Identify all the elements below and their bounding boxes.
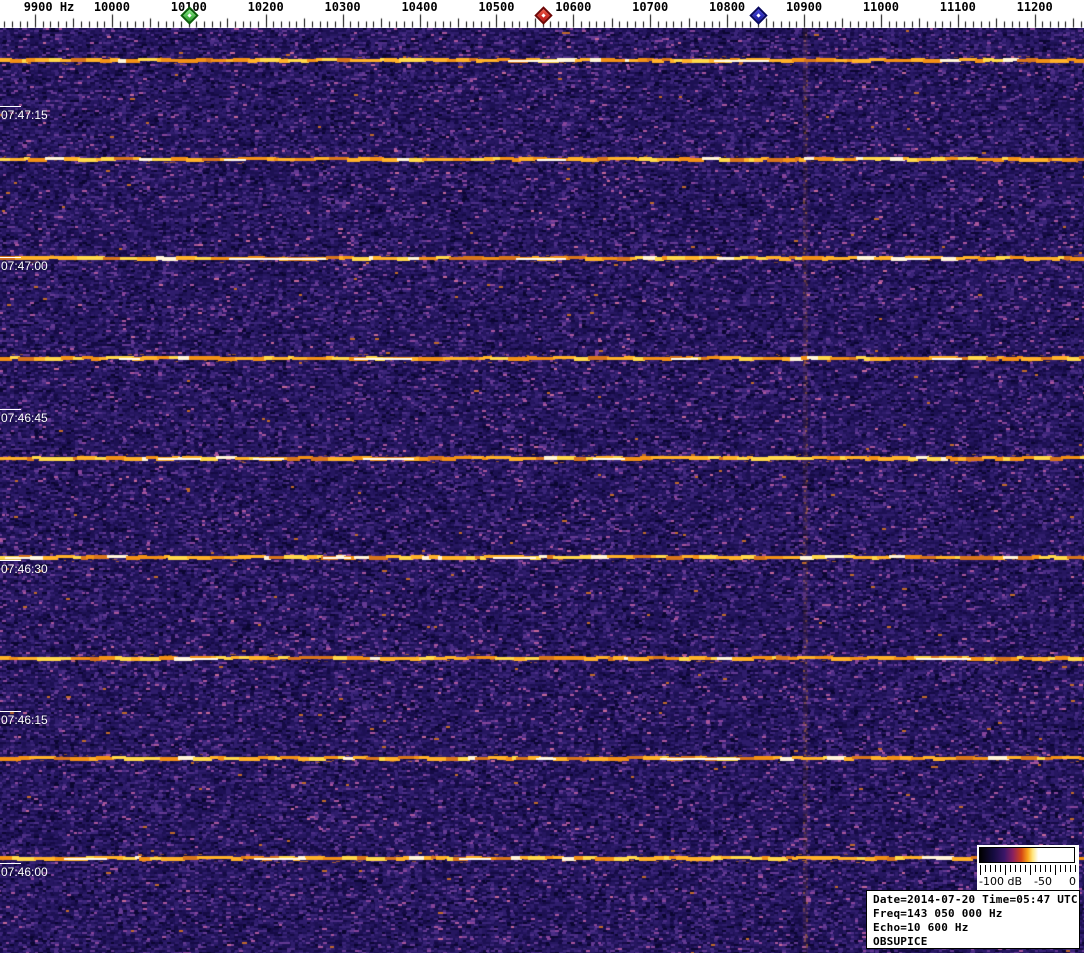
green-marker-center-dot xyxy=(187,13,192,18)
freq-tick-label: 9900 Hz xyxy=(23,0,75,14)
time-label-text: 07:46:45 xyxy=(1,411,48,425)
db-label-max: 0 xyxy=(1069,875,1076,888)
time-tick-line xyxy=(0,560,21,561)
info-line-echo: Echo=10 600 Hz xyxy=(873,921,969,934)
info-line-station: OBSUPICE xyxy=(873,935,928,948)
freq-tick-label: 10400 xyxy=(401,0,438,14)
db-gradient-bar xyxy=(979,847,1075,863)
time-label-text: 07:46:30 xyxy=(1,562,48,576)
time-label-text: 07:46:15 xyxy=(1,713,48,727)
freq-tick-label: 11000 xyxy=(862,0,899,14)
db-label-mid: -50 xyxy=(1034,875,1052,888)
freq-tick-label: 10900 xyxy=(785,0,823,14)
time-tick-line xyxy=(0,711,21,712)
info-line-date: Date=2014-07-20 Time=05:47 UTC xyxy=(873,893,1078,906)
time-tick-line xyxy=(0,106,21,107)
freq-tick-label: 10300 xyxy=(324,0,361,14)
blue-marker[interactable] xyxy=(749,6,768,25)
blue-marker-diamond-icon xyxy=(749,6,768,25)
green-marker[interactable] xyxy=(180,6,199,25)
red-marker-diamond-icon xyxy=(534,6,553,25)
spectrogram-app-window: 9900 Hz100001010010200103001040010500106… xyxy=(0,0,1084,953)
info-line-freq: Freq=143 050 000 Hz xyxy=(873,907,1003,920)
green-marker-diamond-icon xyxy=(180,6,199,25)
db-color-scale: -100 dB -50 0 xyxy=(977,845,1079,892)
time-tick-line xyxy=(0,409,21,410)
freq-tick-label: 10800 xyxy=(709,0,746,14)
time-label-text: 07:47:00 xyxy=(1,259,48,273)
spectrogram-waterfall[interactable] xyxy=(0,28,1084,953)
time-label-text: 07:47:15 xyxy=(1,108,48,122)
db-label-min: -100 dB xyxy=(979,875,1022,888)
freq-tick-label: 11200 xyxy=(1016,0,1053,14)
red-marker-center-dot xyxy=(541,13,546,18)
time-tick-line xyxy=(0,257,21,258)
db-scale-major-ticks xyxy=(980,865,1076,875)
time-tick-line xyxy=(0,863,21,864)
freq-tick-label: 10500 xyxy=(478,0,515,14)
red-marker[interactable] xyxy=(534,6,553,25)
freq-tick-label: 10200 xyxy=(247,0,284,14)
blue-marker-center-dot xyxy=(756,13,761,18)
freq-tick-label: 11100 xyxy=(939,0,976,14)
time-label-text: 07:46:00 xyxy=(1,865,48,879)
frequency-ruler[interactable]: 9900 Hz100001010010200103001040010500106… xyxy=(0,0,1084,28)
freq-tick-label: 10000 xyxy=(93,0,130,14)
observation-info-box: Date=2014-07-20 Time=05:47 UTC Freq=143 … xyxy=(866,890,1080,949)
freq-tick-label: 10700 xyxy=(632,0,669,14)
freq-tick-label: 10600 xyxy=(555,0,592,14)
